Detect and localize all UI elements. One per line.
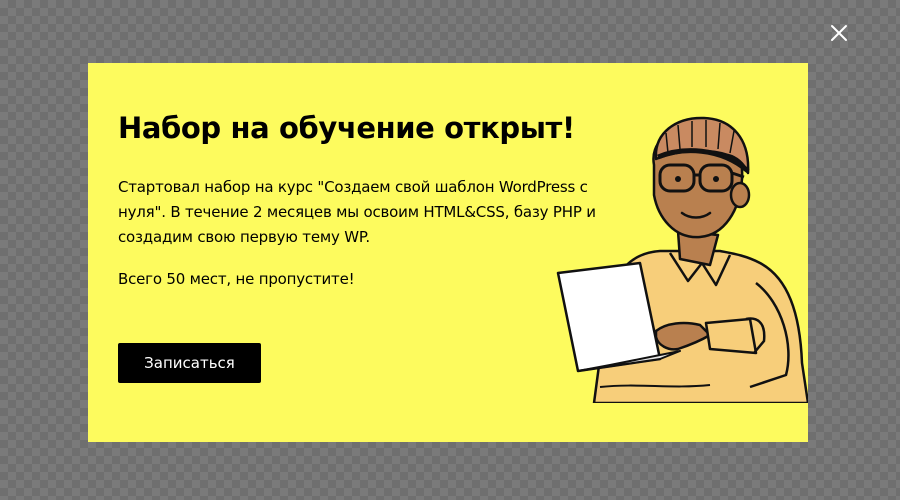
close-button[interactable] — [826, 20, 852, 46]
signup-modal: Набор на обучение открыт! Стартовал набо… — [88, 63, 808, 442]
signup-button[interactable]: Записаться — [118, 343, 261, 383]
close-icon — [831, 25, 847, 41]
person-with-laptop-illustration — [550, 113, 808, 405]
modal-note: Всего 50 мест, не пропустите! — [118, 270, 355, 288]
modal-description: Стартовал набор на курс "Создаем свой ша… — [118, 178, 596, 246]
modal-title: Набор на обучение открыт! — [118, 111, 575, 145]
